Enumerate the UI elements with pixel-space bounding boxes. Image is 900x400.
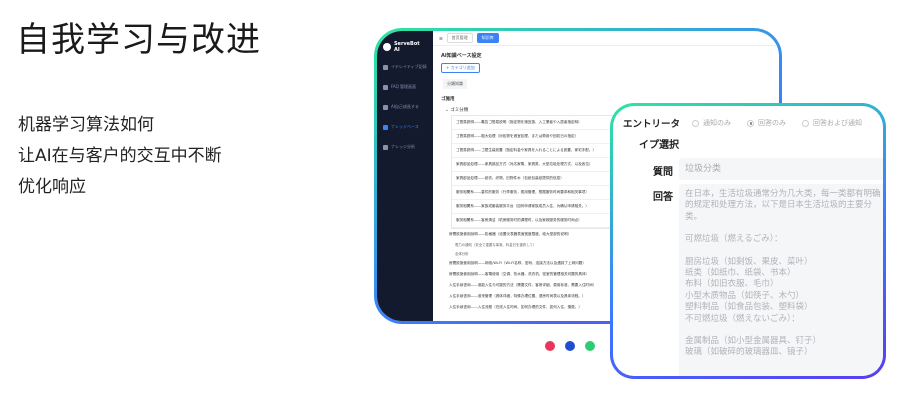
answer-line: 小型木质物品（如筷子、木勺） — [685, 290, 805, 301]
answer-line: 厨房垃圾（如剩饭、果皮、菜叶） — [685, 256, 813, 267]
description-line: 机器学习算法如何 — [18, 115, 154, 135]
carousel-dot[interactable] — [585, 341, 595, 351]
description-line: 优化响应 — [18, 177, 86, 197]
radio-notify-only[interactable]: 通知のみ — [692, 118, 731, 128]
answer-line: 的规定和处理方法，以下是日本生活垃圾的主要分 — [685, 200, 873, 211]
app-logo: ServeBot AI — [377, 37, 433, 57]
page-title: 自我学习与改进 — [16, 20, 261, 60]
sidebar-item-label: ナレッジベース — [391, 124, 419, 129]
sidebar-item[interactable]: イテレイティブ記録 — [377, 57, 433, 77]
answer-line: 在日本，生活垃圾通常分为几大类，每一类都有明确 — [685, 189, 881, 199]
page-heading: AI知識ベース設定 — [441, 53, 482, 59]
answer-line: 纸类（如纸巾、纸袋、书本） — [685, 268, 796, 279]
entry-type-label: エントリータ — [623, 119, 681, 130]
sidebar-item-label: AI自己成長する — [391, 104, 419, 109]
sidebar-item[interactable]: AI自己成長する — [377, 97, 433, 117]
description: 机器学习算法如何 让AI在与客户的交互中不断 优化响应 — [18, 110, 278, 203]
radio-answer-and-notify[interactable]: 回答および通知 — [802, 118, 862, 128]
menu-icon — [383, 64, 388, 70]
tab-active[interactable]: 知识库 — [476, 33, 499, 43]
answer-line: 布料（如旧衣服、毛巾） — [685, 279, 779, 290]
answer-line: 不可燃垃圾（燃えないごみ）： — [685, 313, 800, 324]
entry-type-row: エントリータ 通知のみ 回答のみ 回答および通知 — [623, 116, 878, 130]
logo-icon — [383, 43, 391, 51]
answer-gap — [685, 246, 883, 257]
answer-gap — [685, 325, 883, 336]
radio-circle-selected — [747, 119, 755, 127]
radio-label: 通知のみ — [703, 119, 732, 127]
carousel-dot[interactable] — [565, 341, 575, 351]
sidebar-item[interactable]: ナレッジ分析 — [377, 137, 433, 157]
answer-line: 类。 — [685, 211, 703, 222]
answer-line: 可燃垃圾（燃えるごみ）： — [685, 234, 783, 245]
radio-label: 回答および通知 — [813, 119, 863, 127]
description-line: 让AI在与客户的交互中不断 — [18, 146, 222, 166]
top-bar: ☰ 首页管理 知识库 — [433, 31, 779, 46]
answer-line: 玻璃（如破碎的玻璃器皿、镜子） — [685, 347, 813, 358]
radio-circle — [802, 119, 810, 127]
sidebar: ServeBot AI イテレイティブ記録 FAQ 管理画面 AI自己成長する … — [377, 31, 433, 321]
radio-answer-only[interactable]: 回答のみ — [747, 118, 786, 128]
answer-line: 金属制品（如小型金属器具、钉子） — [685, 336, 822, 347]
section-tag: 分類知識 — [443, 79, 467, 89]
answer-field[interactable]: 在日本，生活垃圾通常分为几大类，每一类都有明确 的规定和处理方法，以下是日本生活… — [679, 184, 883, 376]
settings-icon — [383, 104, 388, 110]
answer-label: 回答 — [653, 192, 673, 203]
question-label: 質問 — [653, 167, 673, 178]
carousel-dot[interactable] — [545, 341, 555, 351]
question-field[interactable]: 垃圾分类 — [679, 158, 883, 180]
tab[interactable]: 首页管理 — [446, 33, 473, 43]
menu-icon[interactable]: ☰ — [439, 36, 443, 41]
front-window-frame: エントリータ 通知のみ 回答のみ 回答および通知 イプ選択 質問 垃圾分类 回答… — [610, 103, 886, 379]
answer-line: 塑料制品（如食品包装、塑料袋） — [685, 302, 813, 313]
sidebar-item-label: ナレッジ分析 — [391, 144, 415, 149]
radio-label: 回答のみ — [758, 119, 787, 127]
front-window: エントリータ 通知のみ 回答のみ 回答および通知 イプ選択 質問 垃圾分类 回答… — [613, 106, 883, 376]
type-select-label: イプ選択 — [639, 140, 679, 151]
sidebar-item-label: FAQ 管理画面 — [391, 84, 417, 89]
book-icon — [383, 124, 388, 130]
sidebar-item-knowledge[interactable]: ナレッジベース — [377, 117, 433, 137]
logo-text: ServeBot AI — [393, 41, 420, 53]
add-category-button[interactable]: + カテゴリ追加 — [441, 63, 480, 73]
sidebar-item-label: イテレイティブ記録 — [391, 64, 427, 69]
user-icon — [383, 84, 388, 90]
chart-icon — [383, 144, 388, 150]
answer-gap — [685, 223, 883, 234]
sidebar-item[interactable]: FAQ 管理画面 — [377, 77, 433, 97]
radio-circle — [692, 119, 700, 127]
subcategory-label: ゴミ分類 — [450, 108, 469, 113]
